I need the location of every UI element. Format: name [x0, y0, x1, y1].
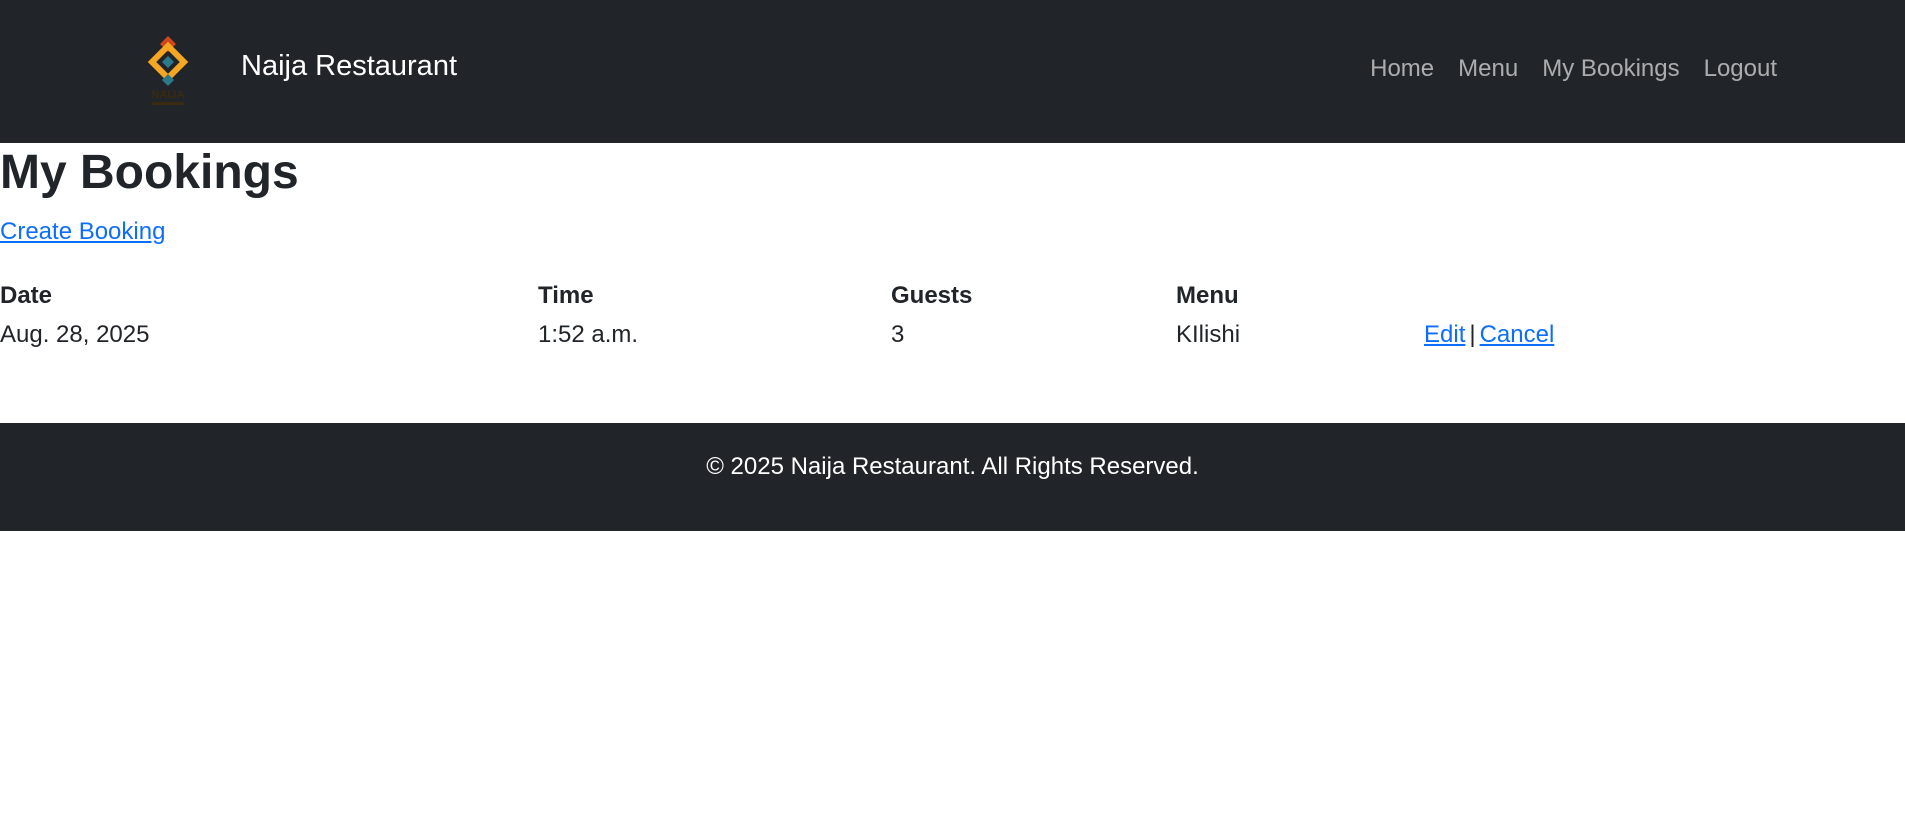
footer: © 2025 Naija Restaurant. All Rights Rese…	[0, 423, 1905, 531]
create-booking-link[interactable]: Create Booking	[0, 218, 165, 246]
cell-menu: KIlishi	[1176, 320, 1241, 348]
header-menu: Menu	[1176, 281, 1239, 309]
nav-link-menu[interactable]: Menu	[1458, 55, 1518, 83]
nav-link-home[interactable]: Home	[1370, 55, 1434, 83]
header-date: Date	[0, 281, 53, 309]
header-guests: Guests	[891, 281, 973, 309]
bookings-table: Date Time Guests Menu Aug. 28, 2025 1:52…	[0, 276, 1624, 354]
action-separator: |	[1469, 320, 1476, 348]
footer-copyright: © 2025 Naija Restaurant. All Rights Rese…	[706, 453, 1199, 480]
edit-booking-link[interactable]: Edit	[1424, 321, 1465, 348]
navbar: NAIJA Naija Restaurant Home Menu My Book…	[0, 0, 1905, 143]
cell-time: 1:52 a.m.	[538, 320, 639, 348]
nav-links: Home Menu My Bookings Logout	[1370, 55, 1777, 83]
brand-name-link[interactable]: Naija Restaurant	[241, 50, 457, 83]
svg-text:NAIJA: NAIJA	[151, 89, 184, 101]
cell-actions: Edit | Cancel	[1424, 315, 1624, 354]
nav-link-my-bookings[interactable]: My Bookings	[1542, 55, 1679, 83]
header-time: Time	[538, 281, 594, 309]
nav-link-logout[interactable]: Logout	[1704, 55, 1777, 83]
restaurant-logo-icon[interactable]: NAIJA	[138, 32, 198, 112]
cancel-booking-link[interactable]: Cancel	[1480, 321, 1555, 348]
table-header-row: Date Time Guests Menu	[0, 276, 1624, 315]
cell-date: Aug. 28, 2025	[0, 320, 150, 348]
table-row: Aug. 28, 2025 1:52 a.m. 3 KIlishi Edit | C…	[0, 315, 1624, 354]
page-title: My Bookings	[0, 146, 299, 199]
cell-guests: 3	[891, 320, 905, 348]
header-actions	[1424, 276, 1624, 315]
